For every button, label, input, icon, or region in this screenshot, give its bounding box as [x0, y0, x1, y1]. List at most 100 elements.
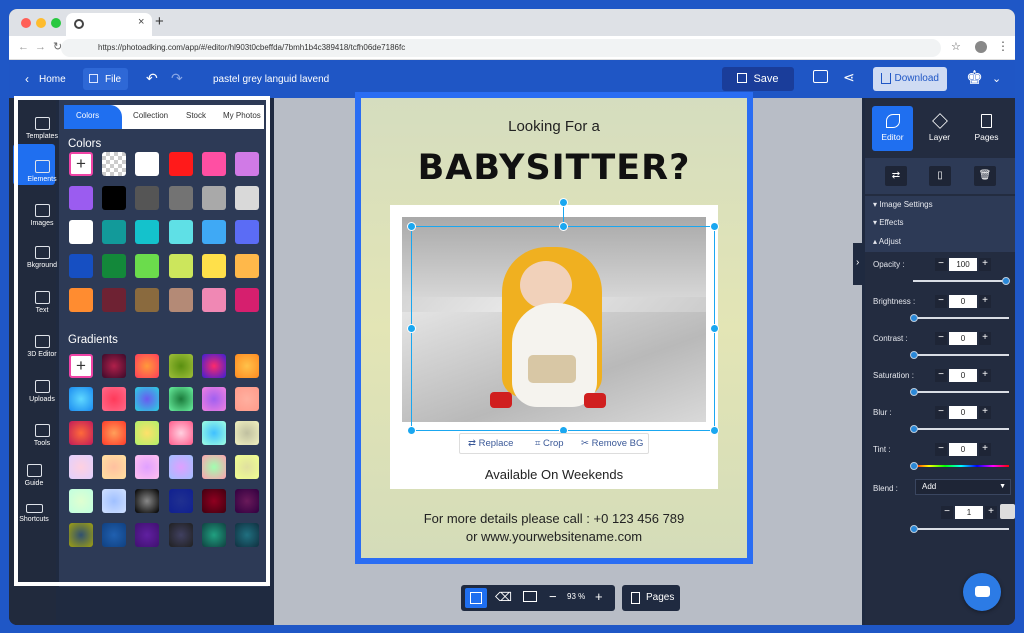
image-settings-toggle[interactable]: ▾ Image Settings	[873, 200, 933, 209]
maximize-window-dot[interactable]	[51, 18, 61, 28]
blend-select[interactable]: Add ▼	[915, 479, 1011, 495]
color-swatch[interactable]	[135, 152, 159, 176]
color-swatch[interactable]	[169, 288, 193, 312]
saturation-minus-button[interactable]: −	[935, 369, 947, 382]
color-swatch[interactable]	[102, 186, 126, 210]
color-swatch[interactable]	[135, 288, 159, 312]
gradient-swatch[interactable]	[169, 421, 193, 445]
crop-button[interactable]: ⌗ Crop	[535, 438, 564, 449]
gradient-swatch[interactable]	[235, 354, 259, 378]
sidebar-item-templates[interactable]: Templates	[22, 117, 62, 140]
gradient-swatch[interactable]	[169, 489, 193, 513]
sidebar-item-3d-editor[interactable]: 3D Editor	[22, 335, 62, 358]
blend-amount-stepper[interactable]: − 1 +	[941, 506, 997, 519]
color-swatch[interactable]	[135, 220, 159, 244]
opacity-plus-button[interactable]: +	[979, 258, 991, 271]
color-swatch[interactable]	[169, 254, 193, 278]
blend-color-swatch[interactable]	[1000, 504, 1015, 519]
gradient-swatch[interactable]	[69, 489, 93, 513]
tab-stock[interactable]: Stock	[186, 111, 206, 120]
tab-my-photos[interactable]: My Photos	[223, 111, 261, 120]
saturation-stepper[interactable]: −0 +	[935, 369, 991, 382]
brightness-stepper[interactable]: −0 +	[935, 295, 991, 308]
brightness-slider-knob[interactable]	[910, 314, 918, 322]
color-swatch[interactable]	[169, 152, 193, 176]
color-swatch[interactable]	[102, 254, 126, 278]
tint-minus-button[interactable]: −	[935, 443, 947, 456]
gradient-swatch[interactable]	[235, 387, 259, 411]
sidebar-item-tools[interactable]: Tools	[22, 424, 62, 447]
gradient-swatch[interactable]	[135, 489, 159, 513]
gradient-swatch[interactable]	[102, 455, 126, 479]
paint-roller-icon[interactable]: ▯	[929, 166, 951, 186]
undo-icon[interactable]: ↶	[146, 70, 158, 87]
gradient-swatch[interactable]	[135, 421, 159, 445]
saturation-slider-track[interactable]	[913, 391, 1009, 393]
color-swatch[interactable]	[202, 288, 226, 312]
blur-stepper[interactable]: −0 +	[935, 406, 991, 419]
color-swatch[interactable]	[235, 254, 259, 278]
gradient-swatch[interactable]	[69, 523, 93, 547]
replace-button[interactable]: ⇄ Replace	[468, 438, 513, 449]
effects-toggle[interactable]: ▾ Effects	[873, 218, 904, 227]
share-icon[interactable]: ⋖	[843, 69, 855, 86]
saturation-plus-button[interactable]: +	[979, 369, 991, 382]
bookmark-star-icon[interactable]: ☆	[951, 40, 961, 53]
available-text[interactable]: Available On Weekends	[390, 467, 718, 482]
grid-view-button[interactable]	[465, 588, 487, 608]
tab-close-icon[interactable]: ×	[138, 16, 144, 28]
shortcuts-button[interactable]: Shortcuts	[14, 504, 54, 523]
heading-text[interactable]: Looking For a	[361, 118, 747, 135]
sidebar-item-uploads[interactable]: Uploads	[22, 380, 62, 403]
transparent-swatch[interactable]	[102, 152, 126, 176]
brightness-minus-button[interactable]: −	[935, 295, 947, 308]
contrast-slider-knob[interactable]	[910, 351, 918, 359]
contrast-stepper[interactable]: −0 +	[935, 332, 991, 345]
gradient-swatch[interactable]	[102, 523, 126, 547]
browser-tab[interactable]: ×	[66, 13, 152, 36]
gradient-swatch[interactable]	[135, 455, 159, 479]
gradient-swatch[interactable]	[202, 421, 226, 445]
pages-button[interactable]: Pages	[622, 585, 680, 611]
tab-layer[interactable]: Layer	[919, 106, 960, 151]
download-button[interactable]: Download	[873, 67, 947, 91]
comment-icon[interactable]	[813, 70, 828, 83]
gradient-swatch[interactable]	[235, 421, 259, 445]
gradient-swatch[interactable]	[69, 421, 93, 445]
resize-handle-bl[interactable]	[407, 426, 416, 435]
gradient-swatch[interactable]	[69, 387, 93, 411]
gradient-swatch[interactable]	[169, 354, 193, 378]
profile-avatar-icon[interactable]	[975, 41, 987, 53]
gradient-swatch[interactable]	[69, 455, 93, 479]
resize-handle-l[interactable]	[407, 324, 416, 333]
close-window-dot[interactable]	[21, 18, 31, 28]
chat-button[interactable]	[963, 573, 1001, 611]
tint-slider-knob[interactable]	[910, 462, 918, 470]
redo-icon[interactable]: ↷	[171, 70, 183, 87]
back-icon[interactable]: ←	[18, 41, 29, 53]
present-icon[interactable]	[523, 591, 537, 602]
zoom-in-button[interactable]: +	[595, 589, 603, 604]
gradient-swatch[interactable]	[102, 387, 126, 411]
contrast-slider-track[interactable]	[913, 354, 1009, 356]
color-swatch[interactable]	[102, 220, 126, 244]
blur-slider-track[interactable]	[913, 428, 1009, 430]
adjust-toggle[interactable]: ▴ Adjust	[873, 237, 901, 246]
color-swatch[interactable]	[69, 254, 93, 278]
brightness-value[interactable]: 0	[949, 295, 977, 308]
brightness-plus-button[interactable]: +	[979, 295, 991, 308]
details-line-1[interactable]: For more details please call : +0 123 45…	[361, 511, 747, 526]
brightness-slider-track[interactable]	[913, 317, 1009, 319]
gradient-swatch[interactable]	[102, 421, 126, 445]
add-color-button[interactable]: +	[69, 152, 93, 176]
url-bar[interactable]: https://photoadking.com/app/#/editor/hl9…	[61, 39, 941, 57]
rotate-handle[interactable]	[559, 198, 568, 207]
blur-minus-button[interactable]: −	[935, 406, 947, 419]
tab-pages[interactable]: Pages	[966, 106, 1007, 151]
opacity-stepper[interactable]: −100 +	[935, 258, 991, 271]
gradient-swatch[interactable]	[235, 455, 259, 479]
gradient-swatch[interactable]	[202, 455, 226, 479]
blur-value[interactable]: 0	[949, 406, 977, 419]
blend-minus-button[interactable]: −	[941, 506, 953, 519]
tab-editor[interactable]: Editor	[872, 106, 913, 151]
